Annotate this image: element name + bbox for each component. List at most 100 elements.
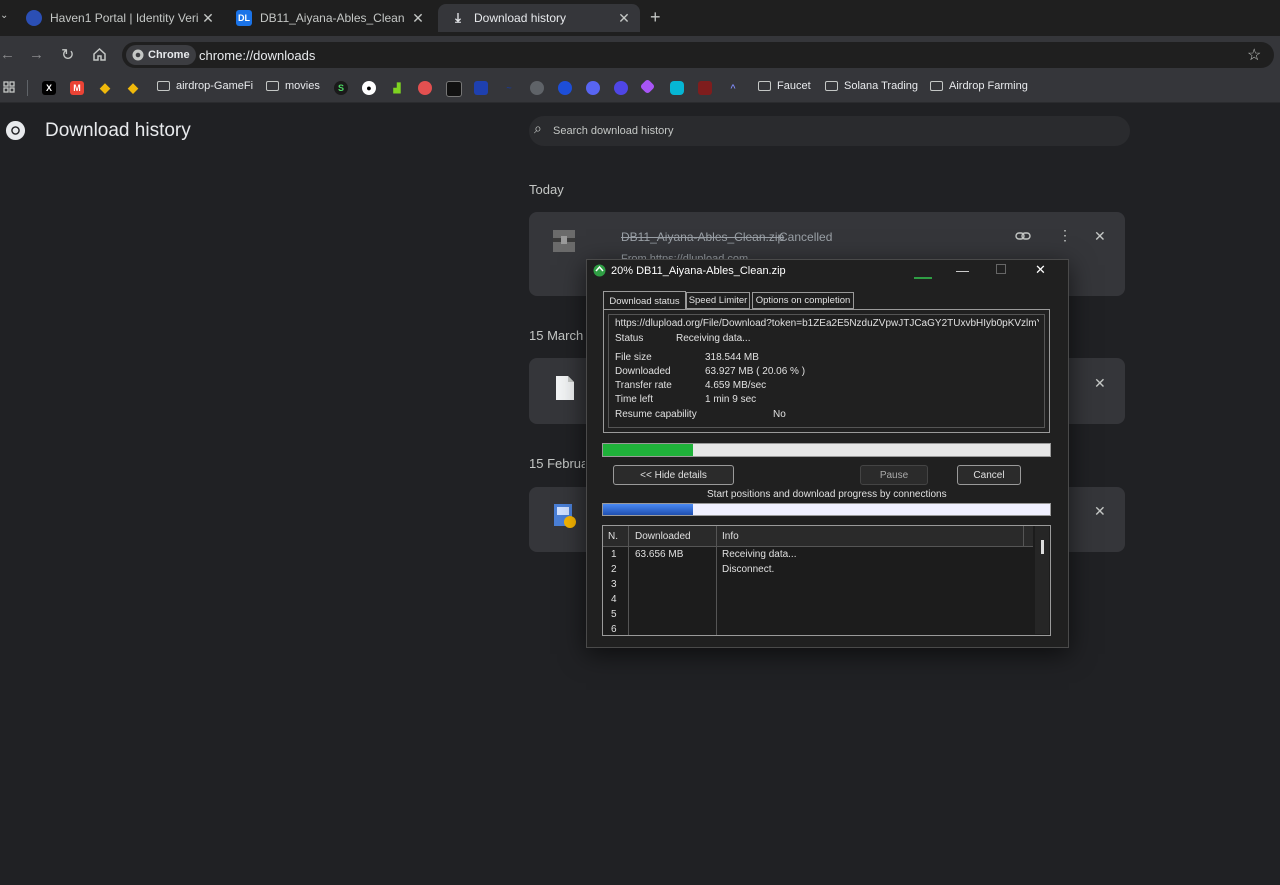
tab-download-status[interactable]: Download status bbox=[603, 291, 686, 310]
more-options-icon[interactable]: ⋮ bbox=[1058, 227, 1072, 244]
col-divider bbox=[716, 526, 717, 635]
page-title: Download history bbox=[45, 120, 191, 141]
site-icon[interactable]: ● bbox=[362, 81, 376, 95]
connection-fill bbox=[603, 504, 693, 515]
search-placeholder: Search download history bbox=[553, 125, 674, 137]
gmail-icon[interactable]: M bbox=[70, 81, 84, 95]
bookmark-folder-solana-trading[interactable]: Solana Trading bbox=[825, 80, 918, 92]
scrollbar-thumb[interactable] bbox=[1041, 540, 1044, 554]
connections-progress-bar bbox=[602, 503, 1051, 516]
close-tab-icon[interactable]: ✕ bbox=[614, 10, 634, 27]
bookmark-label: movies bbox=[285, 80, 320, 92]
file-icon bbox=[556, 376, 574, 400]
tab-title: Download history bbox=[474, 11, 567, 25]
forward-icon[interactable]: → bbox=[29, 46, 44, 63]
col-divider bbox=[628, 526, 629, 635]
site-icon[interactable] bbox=[670, 81, 684, 95]
site-icon[interactable]: ~ bbox=[502, 81, 516, 95]
file-size-value: 318.544 MB bbox=[705, 352, 759, 363]
table-header-n: N. bbox=[608, 531, 618, 542]
discord-icon[interactable] bbox=[586, 81, 600, 95]
transfer-rate-label: Transfer rate bbox=[615, 380, 672, 391]
haven1-icon bbox=[26, 10, 42, 26]
status-value: Receiving data... bbox=[676, 333, 751, 344]
folder-icon bbox=[266, 81, 279, 91]
progress-bar bbox=[602, 443, 1051, 457]
bookmark-folder-airdrop-farming[interactable]: Airdrop Farming bbox=[930, 80, 1028, 92]
chrome-chip[interactable]: Chrome bbox=[126, 45, 196, 65]
download-filename[interactable]: DB11_Aiyana-Ables_Clean.zip bbox=[621, 230, 784, 244]
section-february: 15 February bbox=[529, 456, 585, 471]
progress-fill bbox=[603, 444, 693, 456]
row-number: 2 bbox=[611, 564, 617, 575]
tab-options-on-completion[interactable]: Options on completion bbox=[752, 292, 854, 309]
downloaded-label: Downloaded bbox=[615, 366, 671, 377]
home-icon[interactable] bbox=[92, 47, 107, 62]
bookmark-folder-faucet[interactable]: Faucet bbox=[758, 80, 811, 92]
row-number: 3 bbox=[611, 579, 617, 590]
pause-button[interactable]: Pause bbox=[860, 465, 928, 485]
url-text[interactable]: chrome://downloads bbox=[199, 48, 315, 63]
x-twitter-icon[interactable]: X bbox=[42, 81, 56, 95]
remove-download-icon[interactable]: ✕ bbox=[1094, 375, 1106, 392]
reload-icon[interactable]: ↻ bbox=[61, 45, 74, 65]
row-number: 4 bbox=[611, 594, 617, 605]
section-march: 15 March bbox=[529, 328, 584, 343]
folder-icon bbox=[157, 81, 170, 91]
site-icon[interactable] bbox=[614, 81, 628, 95]
binance-icon[interactable]: ◆ bbox=[98, 80, 112, 95]
download-icon: ⤓ bbox=[455, 10, 461, 25]
transfer-rate-value: 4.659 MB/sec bbox=[705, 380, 767, 391]
apps-grid-icon[interactable] bbox=[3, 81, 15, 93]
maximize-icon[interactable] bbox=[996, 264, 1006, 274]
tab-search-chevron-icon[interactable]: ⌄ bbox=[0, 10, 12, 26]
site-icon[interactable] bbox=[698, 81, 712, 95]
site-icon[interactable]: ^ bbox=[726, 81, 740, 95]
cancel-button[interactable]: Cancel bbox=[957, 465, 1021, 485]
globe-icon[interactable] bbox=[530, 81, 544, 95]
remove-download-icon[interactable]: ✕ bbox=[1094, 228, 1106, 245]
time-left-value: 1 min 9 sec bbox=[705, 394, 757, 405]
remove-download-icon[interactable]: ✕ bbox=[1094, 503, 1106, 520]
table-header-info: Info bbox=[722, 531, 739, 542]
bookmark-label: Faucet bbox=[777, 80, 811, 92]
row-downloaded: 63.656 MB bbox=[635, 549, 684, 560]
row-number: 6 bbox=[611, 624, 617, 635]
site-icon[interactable]: ▟ bbox=[390, 81, 404, 95]
row-number: 1 bbox=[611, 549, 617, 560]
col-divider bbox=[1023, 526, 1024, 546]
download-status: Cancelled bbox=[779, 230, 833, 244]
minimize-icon[interactable]: — bbox=[956, 263, 969, 278]
binance-icon[interactable]: ◆ bbox=[126, 80, 140, 95]
copy-link-icon[interactable] bbox=[1015, 230, 1031, 242]
site-icon[interactable] bbox=[474, 81, 488, 95]
close-window-icon[interactable]: ✕ bbox=[1035, 262, 1046, 278]
search-icon: ⌕ bbox=[534, 120, 542, 136]
idm-app-icon bbox=[593, 264, 606, 277]
chrome-logo-icon bbox=[5, 120, 26, 141]
tab-speed-limiter[interactable]: Speed Limiter bbox=[686, 292, 750, 309]
tab-download-history[interactable]: ⤓ Download history ✕ bbox=[438, 4, 640, 32]
site-icon[interactable] bbox=[446, 81, 462, 97]
installer-icon bbox=[554, 504, 576, 528]
bookmark-label: Airdrop Farming bbox=[949, 80, 1028, 92]
back-icon[interactable]: ← bbox=[0, 46, 15, 63]
bookmark-star-icon[interactable]: ☆ bbox=[1247, 45, 1261, 65]
site-icon[interactable]: S bbox=[334, 81, 348, 95]
new-tab-button[interactable]: + bbox=[650, 7, 661, 28]
close-tab-icon[interactable]: ✕ bbox=[198, 10, 218, 27]
tab-title: DB11_Aiyana-Ables_Clean - DL bbox=[260, 11, 408, 25]
status-label: Status bbox=[615, 333, 644, 344]
row-number: 5 bbox=[611, 609, 617, 620]
tab-haven1[interactable]: Haven1 Portal | Identity Verifica ✕ bbox=[14, 4, 224, 32]
bookmark-folder-airdrop-gamefi[interactable]: airdrop-GameFi bbox=[157, 80, 253, 92]
bookmark-label: airdrop-GameFi bbox=[176, 80, 254, 92]
site-icon[interactable] bbox=[418, 81, 432, 95]
tab-dlupload[interactable]: DL DB11_Aiyana-Ables_Clean - DL ✕ bbox=[224, 4, 434, 32]
hide-details-button[interactable]: << Hide details bbox=[613, 465, 734, 485]
section-today: Today bbox=[529, 182, 564, 197]
site-icon[interactable] bbox=[558, 81, 572, 95]
time-left-label: Time left bbox=[615, 394, 653, 405]
close-tab-icon[interactable]: ✕ bbox=[408, 10, 428, 27]
bookmark-folder-movies[interactable]: movies bbox=[266, 80, 320, 92]
